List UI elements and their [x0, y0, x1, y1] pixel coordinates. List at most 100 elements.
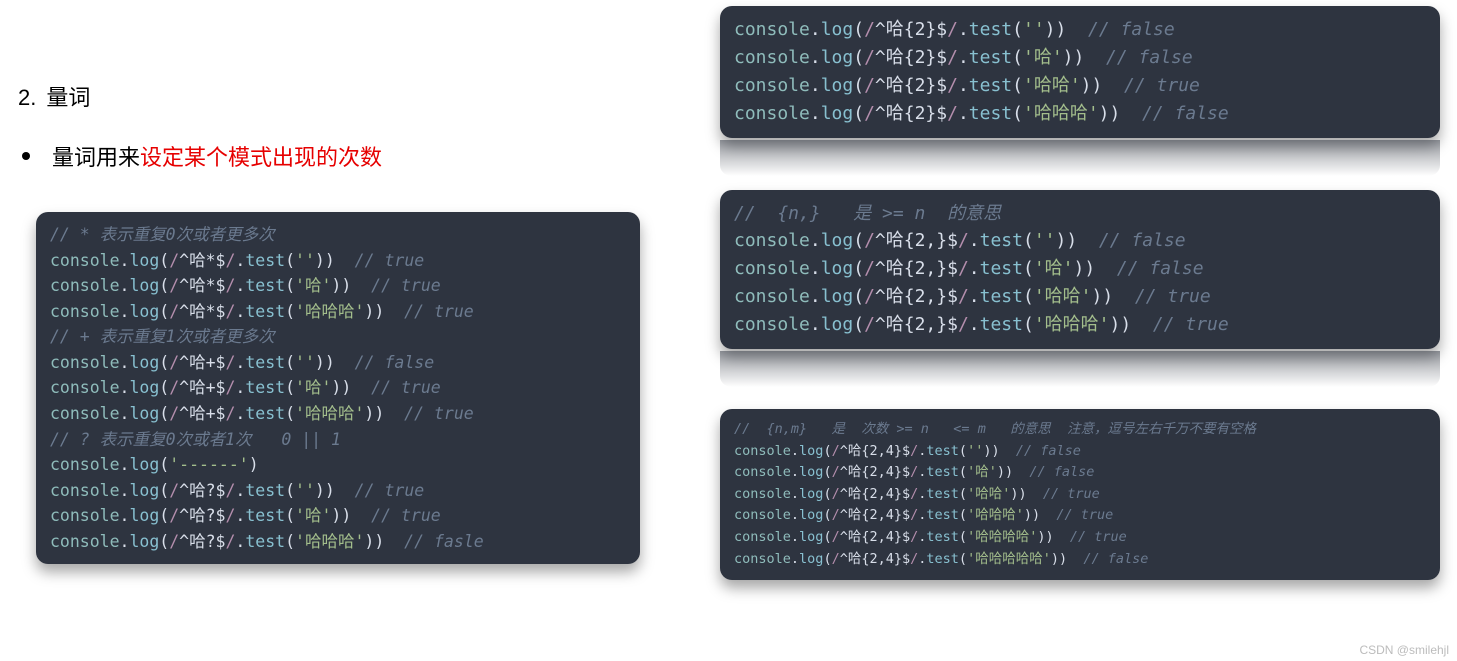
- code-method: log: [799, 464, 823, 480]
- code-paren: )): [1110, 314, 1153, 335]
- code-paren: (: [159, 353, 169, 372]
- code-string: '': [1023, 19, 1045, 40]
- code-object: console: [50, 302, 120, 321]
- code-comment: // false: [1142, 103, 1229, 124]
- code-object: console: [50, 506, 120, 525]
- code-object: console: [50, 404, 120, 423]
- code-method: log: [129, 276, 159, 295]
- code-dot: .: [810, 47, 821, 68]
- code-regex-slash: /: [864, 75, 875, 96]
- code-paren: (: [823, 464, 831, 480]
- code-regex-body: ^哈{2}$: [875, 103, 947, 124]
- code-object: console: [50, 276, 120, 295]
- code-paren: )): [331, 276, 371, 295]
- code-paren: )): [315, 251, 355, 270]
- code-regex-slash: /: [947, 19, 958, 40]
- code-regex-slash: /: [169, 353, 179, 372]
- code-regex-slash: /: [169, 506, 179, 525]
- code-string: '哈': [1023, 47, 1063, 68]
- code-dot: .: [120, 404, 130, 423]
- code-comment: // true: [404, 302, 474, 321]
- code-comment: // false: [1117, 258, 1204, 279]
- code-paren: )): [1081, 75, 1124, 96]
- code-paren: (: [159, 251, 169, 270]
- code-regex-body: ^哈{2,4}$: [840, 464, 910, 480]
- section-heading: 2.量词: [18, 80, 700, 112]
- code-method: test: [926, 529, 959, 545]
- code-regex-slash: /: [864, 314, 875, 335]
- code-paren: (: [159, 276, 169, 295]
- code-object: console: [50, 353, 120, 372]
- code-comment: // + 表示重复1次或者更多次: [50, 327, 275, 346]
- code-object: console: [734, 103, 810, 124]
- heading-text: 量词: [46, 85, 90, 110]
- code-dot: .: [120, 455, 130, 474]
- code-paren: )): [1051, 551, 1084, 567]
- code-block-2: console.log(/^哈{2}$/.test('')) // false …: [720, 6, 1440, 138]
- code-regex-body: ^哈{2,4}$: [840, 443, 910, 459]
- code-object: console: [734, 529, 791, 545]
- code-comment: // true: [404, 404, 474, 423]
- code-comment: // true: [371, 506, 441, 525]
- code-object: console: [734, 19, 810, 40]
- code-dot: .: [791, 443, 799, 459]
- code-paren: (: [1012, 75, 1023, 96]
- code-regex-slash: /: [947, 103, 958, 124]
- code-method: log: [129, 378, 159, 397]
- code-method: log: [799, 507, 823, 523]
- code-regex-slash: /: [864, 286, 875, 307]
- code-paren: (: [959, 443, 967, 459]
- code-comment: // true: [1070, 529, 1127, 545]
- code-paren: (: [285, 353, 295, 372]
- code-dot: .: [969, 230, 980, 251]
- code-regex-body: ^哈*$: [179, 302, 225, 321]
- code-dot: .: [810, 103, 821, 124]
- code-regex-slash: /: [832, 507, 840, 523]
- code-regex-body: ^哈*$: [179, 251, 225, 270]
- code-object: console: [734, 47, 810, 68]
- code-paren: )): [1010, 486, 1043, 502]
- code-method: test: [926, 507, 959, 523]
- code-paren: (: [823, 507, 831, 523]
- code-regex-slash: /: [225, 481, 235, 500]
- code-dot: .: [120, 251, 130, 270]
- code-paren: (: [1023, 230, 1034, 251]
- code-object: console: [734, 507, 791, 523]
- code-string: '': [967, 443, 983, 459]
- code-method: test: [969, 19, 1012, 40]
- code-paren: (: [159, 404, 169, 423]
- code-regex-slash: /: [225, 532, 235, 551]
- code-paren: (: [285, 251, 295, 270]
- code-dot: .: [120, 378, 130, 397]
- code-method: log: [129, 302, 159, 321]
- code-paren: (: [285, 532, 295, 551]
- code-comment: // true: [1124, 75, 1200, 96]
- code-dot: .: [958, 75, 969, 96]
- code-dot: .: [969, 258, 980, 279]
- code-regex-slash: /: [958, 314, 969, 335]
- code-object: console: [50, 481, 120, 500]
- code-regex-slash: /: [864, 19, 875, 40]
- bullet-row: 量词用来 设定某个模式出现的次数: [22, 140, 700, 172]
- code-regex-body: ^哈{2}$: [875, 75, 947, 96]
- code-regex-body: ^哈{2}$: [875, 47, 947, 68]
- code-dot: .: [791, 507, 799, 523]
- code-method: log: [129, 455, 159, 474]
- code-paren: (: [853, 314, 864, 335]
- code-string: '哈': [295, 378, 331, 397]
- code-regex-slash: /: [832, 486, 840, 502]
- code-comment: // false: [355, 353, 434, 372]
- code-paren: )): [1099, 103, 1142, 124]
- code-regex-slash: /: [225, 251, 235, 270]
- code-comment: // {n,m} 是 次数 >= n <= m 的意思 注意，逗号左右千万不要有…: [734, 421, 1256, 437]
- code-object: console: [50, 455, 120, 474]
- code-paren: )): [1074, 258, 1117, 279]
- code-string: '哈': [1034, 258, 1074, 279]
- code-dot: .: [969, 314, 980, 335]
- code-object: console: [734, 486, 791, 502]
- code-comment: // {n,} 是 >= n 的意思: [734, 203, 1001, 224]
- code-dot: .: [235, 302, 245, 321]
- code-dot: .: [235, 353, 245, 372]
- code-paren: )): [1045, 19, 1088, 40]
- code-paren: )): [364, 532, 404, 551]
